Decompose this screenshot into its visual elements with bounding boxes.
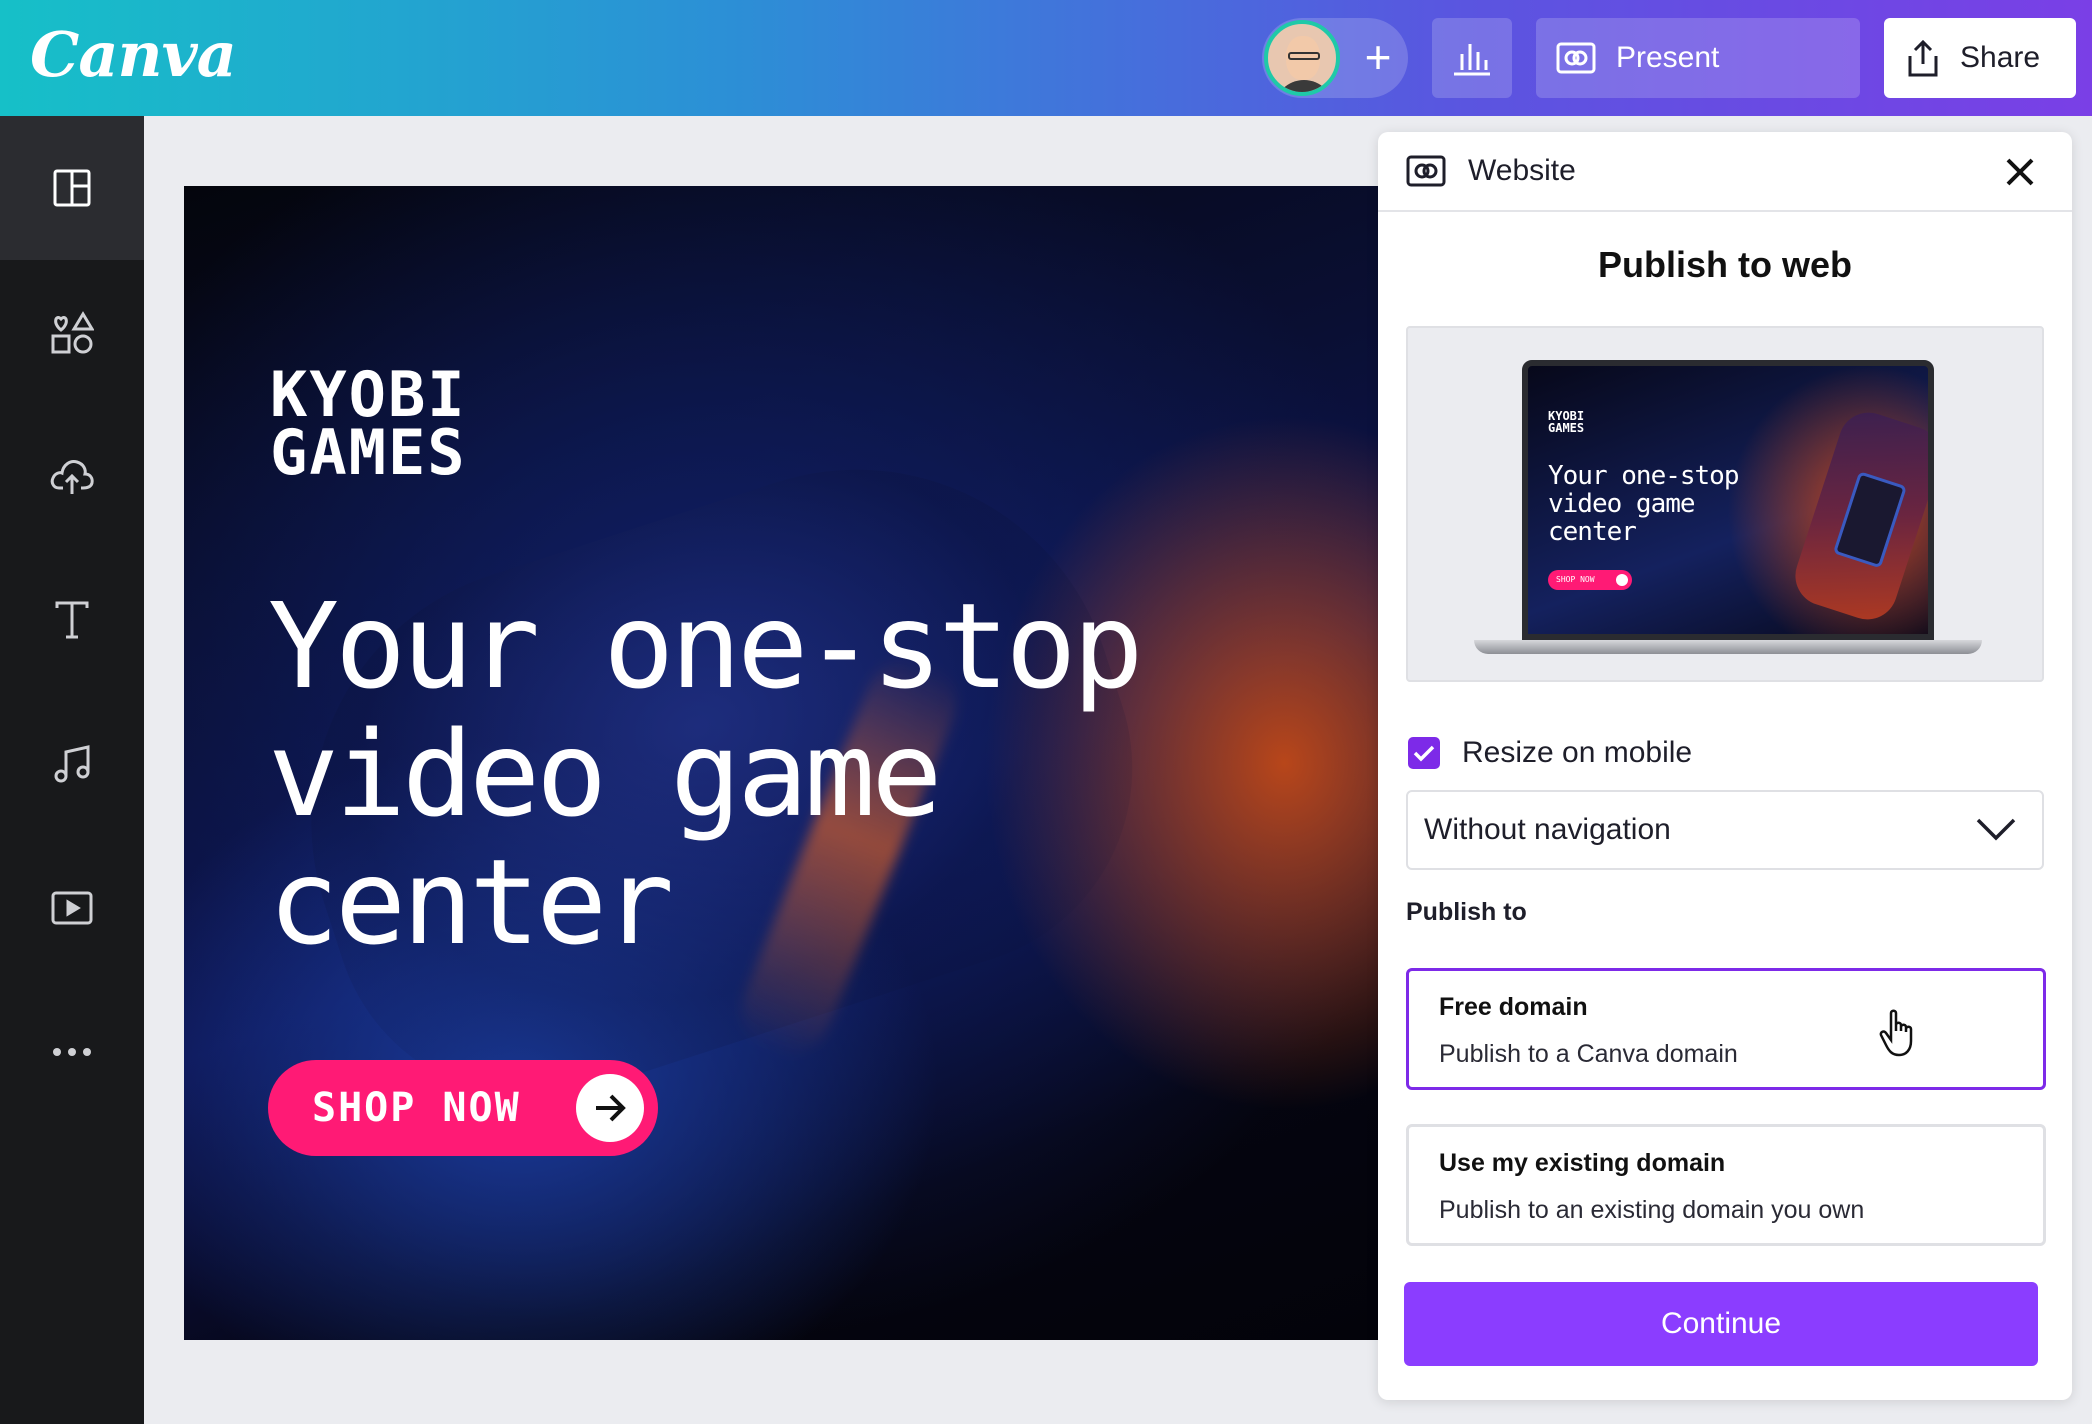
- preview-controller-image: [1787, 404, 1928, 628]
- chevron-down-icon: [1976, 818, 2016, 841]
- laptop-screen: KYOBI GAMES Your one-stop video game cen…: [1522, 360, 1934, 640]
- add-collaborator-button[interactable]: +: [1348, 28, 1408, 88]
- more-icon: [53, 1048, 91, 1056]
- present-label: Present: [1616, 41, 1720, 74]
- bar-chart-icon: [1454, 44, 1490, 76]
- checkbox[interactable]: [1408, 737, 1440, 769]
- top-bar: Canva + Present Share: [0, 0, 2092, 116]
- option-description: Publish to an existing domain you own: [1439, 1196, 1865, 1224]
- headline-text[interactable]: Your one-stop video game center: [268, 582, 1368, 966]
- sidebar: [0, 116, 144, 1424]
- share-label: Share: [1960, 41, 2041, 74]
- sidebar-item-uploads[interactable]: [0, 404, 144, 548]
- sidebar-item-videos[interactable]: [0, 836, 144, 980]
- panel-title: Publish to web: [1597, 244, 1852, 285]
- preview-brand-text: KYOBI GAMES: [1548, 409, 1585, 435]
- publish-panel: Website Publish to web KYOBI GAMES Your …: [1378, 132, 2072, 1400]
- elements-icon: [51, 311, 94, 354]
- check-icon: [1413, 745, 1435, 762]
- share-button[interactable]: Share: [1884, 18, 2076, 98]
- music-icon: [54, 745, 90, 783]
- hand-cursor-icon: [1879, 1009, 1913, 1057]
- option-title: Use my existing domain: [1439, 1149, 1726, 1177]
- website-icon: [1406, 155, 1446, 187]
- close-icon: [2006, 158, 2034, 186]
- laptop-base: [1474, 640, 1982, 654]
- avatar[interactable]: [1264, 20, 1340, 96]
- publish-to-label: Publish to: [1406, 898, 1527, 926]
- close-button[interactable]: [1998, 150, 2042, 194]
- website-preview: KYOBI GAMES Your one-stop video game cen…: [1406, 326, 2044, 682]
- present-button[interactable]: Present: [1536, 18, 1860, 98]
- panel-header: Website: [1378, 132, 2072, 212]
- resize-on-mobile-toggle[interactable]: Resize on mobile: [1408, 736, 1692, 770]
- shop-now-button[interactable]: SHOP NOW: [268, 1060, 658, 1156]
- text-icon: [55, 601, 89, 639]
- navigation-select-value: Without navigation: [1424, 813, 1671, 846]
- shop-now-label: SHOP NOW: [312, 1085, 521, 1131]
- navigation-select[interactable]: Without navigation: [1406, 790, 2044, 870]
- option-existing-domain[interactable]: Use my existing domain Publish to an exi…: [1406, 1124, 2046, 1246]
- insights-button[interactable]: [1432, 18, 1512, 98]
- sidebar-item-templates[interactable]: [0, 116, 144, 260]
- option-description: Publish to a Canva domain: [1439, 1040, 1738, 1068]
- preview-headline: Your one-stop video game center: [1548, 461, 1740, 547]
- design-canvas[interactable]: KYOBI GAMES Your one-stop video game cen…: [184, 186, 1380, 1340]
- sidebar-item-text[interactable]: [0, 548, 144, 692]
- option-title: Free domain: [1439, 993, 1588, 1021]
- present-icon: [1556, 42, 1596, 74]
- canva-logo[interactable]: Canva: [30, 18, 237, 91]
- sidebar-item-audio[interactable]: [0, 692, 144, 836]
- continue-button[interactable]: Continue: [1404, 1282, 2038, 1366]
- sidebar-item-elements[interactable]: [0, 260, 144, 404]
- arrow-right-icon: [576, 1074, 644, 1142]
- layout-icon: [53, 169, 91, 207]
- upload-icon: [50, 460, 94, 494]
- preview-shop-button: SHOP NOW: [1548, 570, 1632, 590]
- option-free-domain[interactable]: Free domain Publish to a Canva domain: [1406, 968, 2046, 1090]
- brand-logo-text[interactable]: KYOBI GAMES: [270, 364, 467, 484]
- resize-label: Resize on mobile: [1462, 736, 1693, 769]
- panel-header-title: Website: [1468, 154, 1576, 187]
- collaborators-group: +: [1262, 18, 1408, 98]
- video-icon: [51, 891, 93, 925]
- sidebar-item-more[interactable]: [0, 980, 144, 1124]
- share-icon: [1908, 39, 1938, 77]
- plus-icon: +: [1364, 31, 1392, 83]
